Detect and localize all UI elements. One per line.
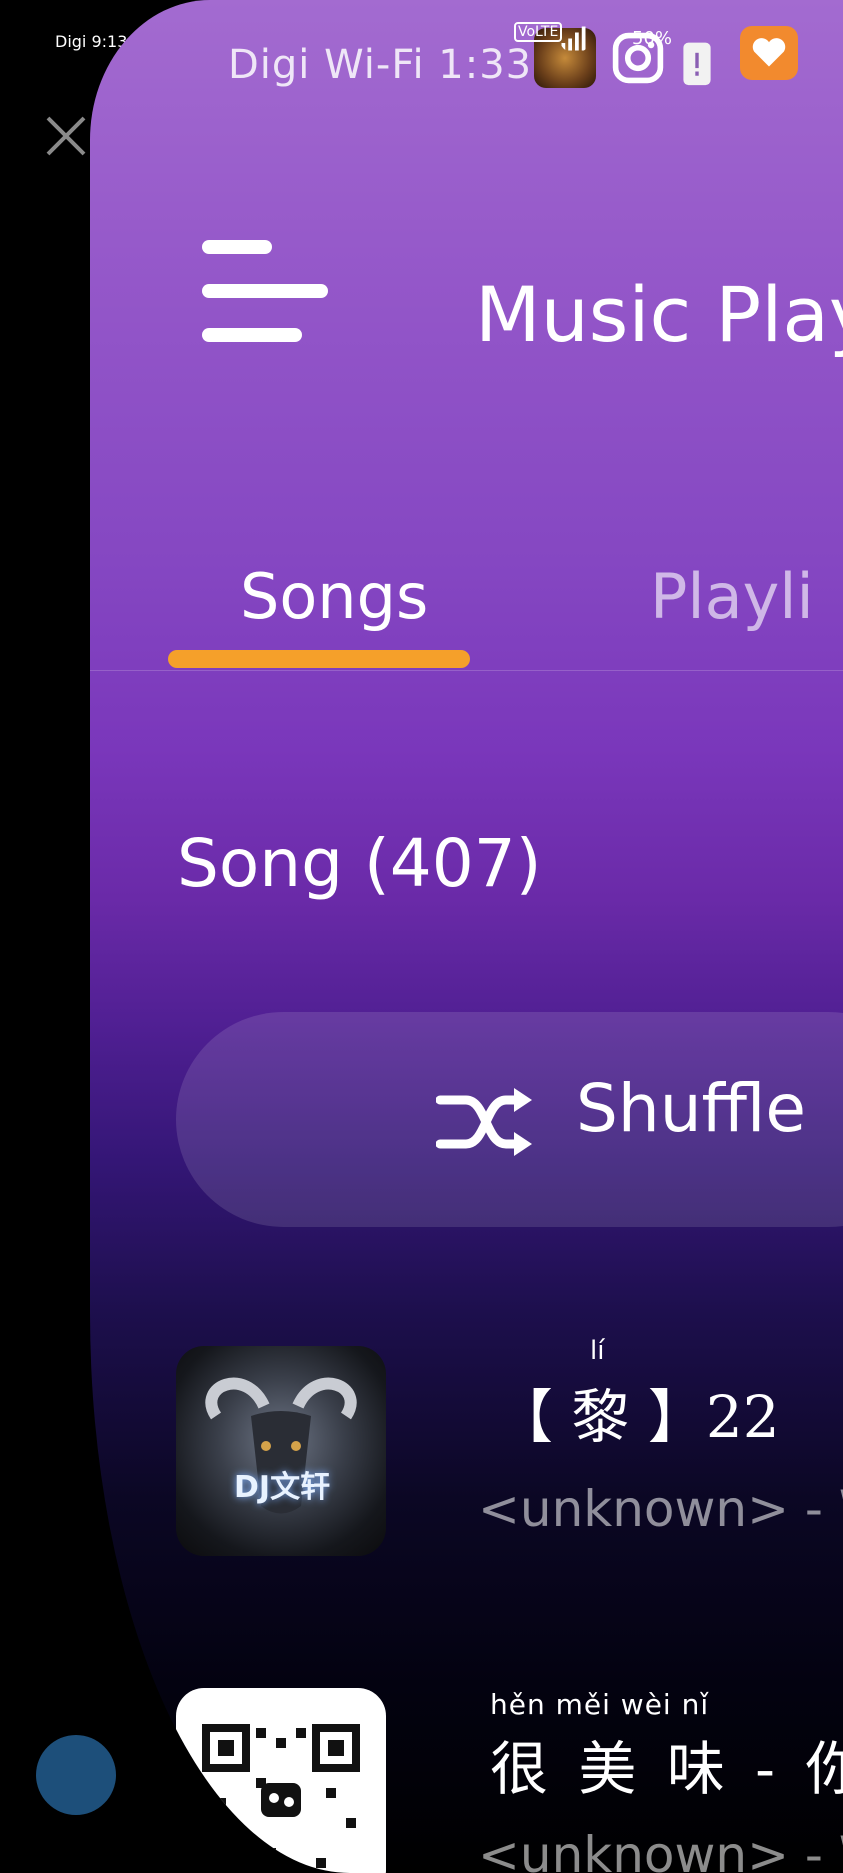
list-item[interactable]: hěn měi wèi nǐ 很 美 味 - 你 <unknown> - W	[90, 1688, 843, 1873]
song-count: Song (407)	[177, 825, 542, 902]
song-title: 【 黎 】22	[495, 1383, 780, 1451]
album-art: DJ文轩	[176, 1346, 386, 1556]
tab-bar: Songs Playli	[90, 540, 843, 671]
battery-icon	[683, 42, 711, 86]
active-tab-indicator	[168, 650, 470, 668]
list-item[interactable]: DJ文轩 lí 【 黎 】22 <unknown> - W	[90, 1336, 843, 1580]
tab-songs[interactable]: Songs	[240, 560, 428, 633]
shuffle-button[interactable]: Shuffle	[176, 1012, 843, 1227]
album-art-text: DJ文轩	[234, 1470, 331, 1505]
album-art-qr-code	[176, 1688, 386, 1873]
screen: Digi 9:13 Digi Wi-Fi 1:33 VoLTE 50% Musi…	[0, 0, 843, 1873]
app-title: Music Play	[475, 270, 843, 359]
song-title: 很 美 味 - 你	[490, 1735, 843, 1803]
shuffle-icon	[436, 1088, 532, 1156]
volte-badge: VoLTE	[514, 22, 563, 42]
shuffle-label: Shuffle	[576, 1070, 806, 1147]
battery-percent: 50%	[632, 28, 673, 49]
song-title-pinyin: hěn měi wèi nǐ	[490, 1688, 710, 1721]
menu-icon[interactable]	[202, 240, 332, 350]
network-time: Digi Wi-Fi 1:33	[228, 42, 533, 88]
music-player-window: Digi Wi-Fi 1:33 VoLTE 50% Music Play Son…	[90, 0, 843, 1873]
app-status-bar: Digi Wi-Fi 1:33 VoLTE 50%	[90, 0, 843, 110]
song-artist: <unknown> - W	[478, 1826, 843, 1873]
song-artist: <unknown> - W	[478, 1480, 843, 1538]
heart-app-icon	[740, 26, 798, 80]
tab-playlists[interactable]: Playli	[650, 560, 814, 633]
close-icon[interactable]	[42, 112, 90, 160]
signal-icon	[561, 26, 586, 51]
song-title-pinyin: lí	[590, 1336, 605, 1366]
